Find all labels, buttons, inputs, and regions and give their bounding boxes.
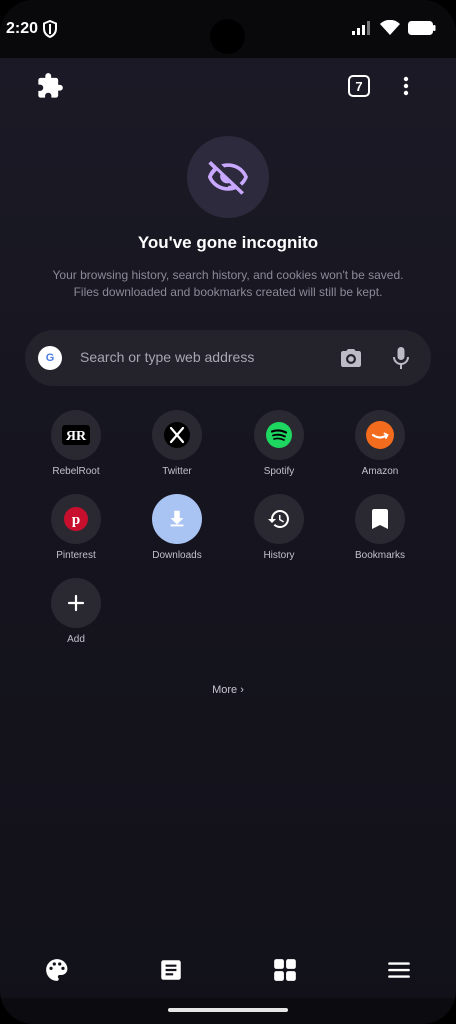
history-icon — [254, 494, 304, 544]
search-bar[interactable]: G Search or type web address — [25, 330, 431, 386]
shortcut-label: Twitter — [162, 466, 192, 477]
shortcut-label: RebelRoot — [52, 466, 100, 477]
extensions-puzzle-icon[interactable] — [36, 72, 64, 100]
shortcut-label: Downloads — [152, 550, 202, 561]
shortcut-label: Amazon — [361, 466, 399, 477]
search-input[interactable]: Search or type web address — [80, 349, 254, 365]
shortcut-label: History — [263, 550, 295, 561]
wifi-icon — [380, 20, 400, 35]
signal-icon — [352, 20, 370, 35]
incognito-description-line2: Files downloaded and bookmarks created w… — [73, 285, 383, 299]
reading-list-icon[interactable] — [158, 957, 184, 983]
amazon-icon — [355, 410, 405, 460]
tab-switcher-button[interactable]: 7 — [348, 75, 370, 97]
google-logo-icon: G — [38, 346, 62, 370]
eye-off-icon — [207, 161, 248, 195]
home-indicator[interactable] — [168, 1008, 288, 1012]
shortcut-amazon[interactable]: Amazon — [330, 410, 430, 477]
shortcut-history[interactable]: History — [229, 494, 329, 561]
incognito-badge — [187, 136, 269, 218]
phone-screen: 2:20 7 You've gone incognito Your browsi… — [0, 0, 456, 1024]
bottom-toolbar — [0, 940, 456, 998]
incognito-title: You've gone incognito — [137, 233, 319, 252]
shortcut-pinterest[interactable]: p Pinterest — [26, 494, 126, 561]
shortcut-rebelroot[interactable]: ЯR RebelRoot — [26, 410, 126, 477]
status-bar: 2:20 — [0, 0, 456, 58]
shortcut-spotify[interactable]: Spotify — [229, 410, 329, 477]
plus-icon — [51, 578, 101, 628]
pinterest-icon: p — [51, 494, 101, 544]
camera-cutout — [210, 19, 245, 54]
shortcut-twitter[interactable]: Twitter — [127, 410, 227, 477]
x-logo-icon — [152, 410, 202, 460]
grid-apps-icon[interactable] — [272, 957, 298, 983]
hamburger-menu-icon[interactable] — [386, 957, 412, 983]
more-options-icon[interactable] — [396, 72, 416, 100]
shortcut-label: Pinterest — [56, 550, 96, 561]
svg-text:ЯR: ЯR — [66, 429, 87, 444]
status-icons — [352, 20, 436, 35]
bookmark-icon — [355, 494, 405, 544]
battery-icon — [408, 20, 436, 35]
top-toolbar: 7 — [0, 58, 456, 114]
shortcut-label: Bookmarks — [354, 550, 405, 561]
download-icon — [152, 494, 202, 544]
spotify-icon — [254, 410, 304, 460]
shortcut-bookmarks[interactable]: Bookmarks — [330, 494, 430, 561]
svg-text:p: p — [72, 512, 80, 528]
shortcut-label: Spotify — [263, 466, 295, 477]
more-shortcuts-link[interactable]: More › — [0, 684, 456, 696]
shortcut-add[interactable]: Add — [26, 578, 126, 645]
shield-icon — [43, 20, 57, 38]
microphone-icon[interactable] — [391, 346, 411, 370]
camera-icon[interactable] — [339, 346, 363, 370]
incognito-description-line1: Your browsing history, search history, a… — [52, 268, 404, 282]
incognito-description: Your browsing history, search history, a… — [20, 267, 436, 301]
palette-icon[interactable] — [44, 957, 70, 983]
shortcut-downloads[interactable]: Downloads — [127, 494, 227, 561]
status-time: 2:20 — [6, 20, 39, 37]
rebelroot-icon: ЯR — [51, 410, 101, 460]
shortcut-label: Add — [67, 634, 85, 645]
